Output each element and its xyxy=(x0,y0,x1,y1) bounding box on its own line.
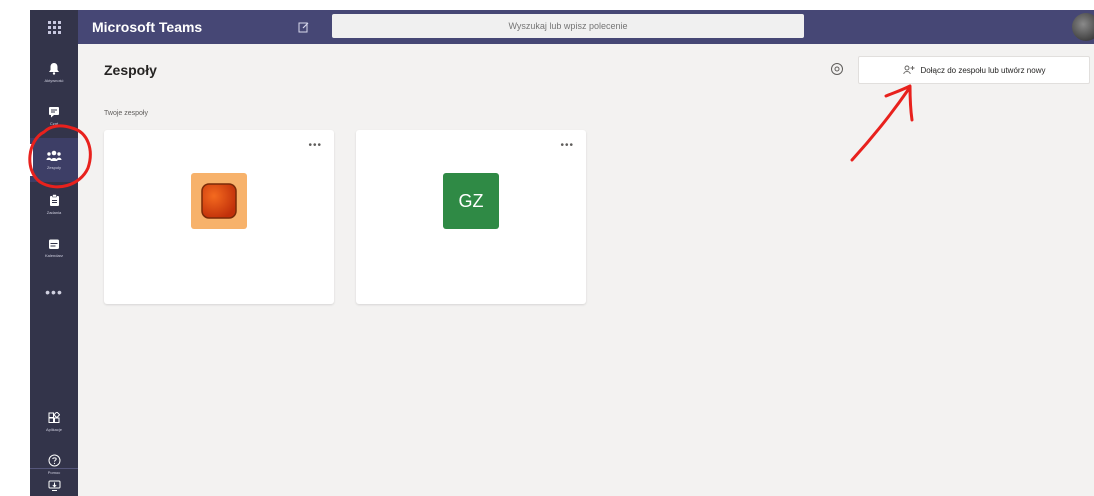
search-input[interactable] xyxy=(332,20,804,32)
app-title: Microsoft Teams xyxy=(92,19,203,35)
more-icon: ••• xyxy=(45,284,63,300)
search-box[interactable] xyxy=(332,14,804,38)
rail-divider xyxy=(30,468,78,469)
team-card[interactable]: ••• xyxy=(104,130,334,304)
teams-app-window: Microsoft Teams Aktywność xyxy=(30,10,1094,496)
join-team-icon xyxy=(902,65,915,75)
bell-icon xyxy=(49,62,59,75)
rail-label: Kalendarz xyxy=(44,253,63,258)
apps-icon xyxy=(48,412,60,423)
compose-icon xyxy=(298,22,309,33)
assignments-icon xyxy=(49,193,59,206)
help-icon xyxy=(48,454,60,466)
rail-label: Czat xyxy=(49,121,59,126)
user-avatar[interactable] xyxy=(1072,13,1094,41)
more-options-icon[interactable]: ••• xyxy=(560,140,574,151)
rail-label: Aplikacje xyxy=(45,427,62,432)
rail-item-chat[interactable]: Czat xyxy=(30,94,78,138)
section-label: Twoje zespoły xyxy=(104,110,148,117)
rail-label: Aktywność xyxy=(44,77,64,83)
chat-icon xyxy=(49,107,59,118)
rail-label: Zespoły xyxy=(46,165,61,170)
rail-item-teams[interactable]: Zespoły xyxy=(30,138,78,182)
download-icon xyxy=(48,480,60,491)
teams-icon xyxy=(46,150,62,161)
title-bar: Microsoft Teams xyxy=(30,10,1094,44)
team-logo xyxy=(191,173,247,229)
waffle-icon xyxy=(47,20,61,34)
rail-item-assignments[interactable]: Zadania xyxy=(30,182,78,226)
app-launcher-button[interactable] xyxy=(30,10,78,44)
settings-gear-icon[interactable] xyxy=(830,62,844,76)
rail-item-calendar[interactable]: Kalendarz xyxy=(30,226,78,270)
rail-label: Zadania xyxy=(46,209,62,215)
team-initials: GZ xyxy=(458,190,484,211)
team-image-icon xyxy=(201,183,237,219)
team-card[interactable]: ••• GZ xyxy=(356,130,586,304)
download-app-button[interactable] xyxy=(30,472,78,496)
page-title: Zespoły xyxy=(104,62,157,78)
team-logo: GZ xyxy=(443,173,499,229)
join-or-create-team-button[interactable]: Dołącz do zespołu lub utwórz nowy xyxy=(858,56,1090,84)
rail-item-apps[interactable]: Aplikacje xyxy=(30,400,78,444)
left-app-bar: Aktywność Czat Zespoły Zadania Kalendarz… xyxy=(30,44,78,496)
calendar-icon xyxy=(49,239,59,249)
new-chat-button[interactable] xyxy=(294,17,314,37)
more-options-icon[interactable]: ••• xyxy=(308,140,322,151)
rail-item-activity[interactable]: Aktywność xyxy=(30,50,78,94)
join-button-label: Dołącz do zespołu lub utwórz nowy xyxy=(920,65,1046,75)
more-apps-button[interactable]: ••• xyxy=(30,270,78,314)
